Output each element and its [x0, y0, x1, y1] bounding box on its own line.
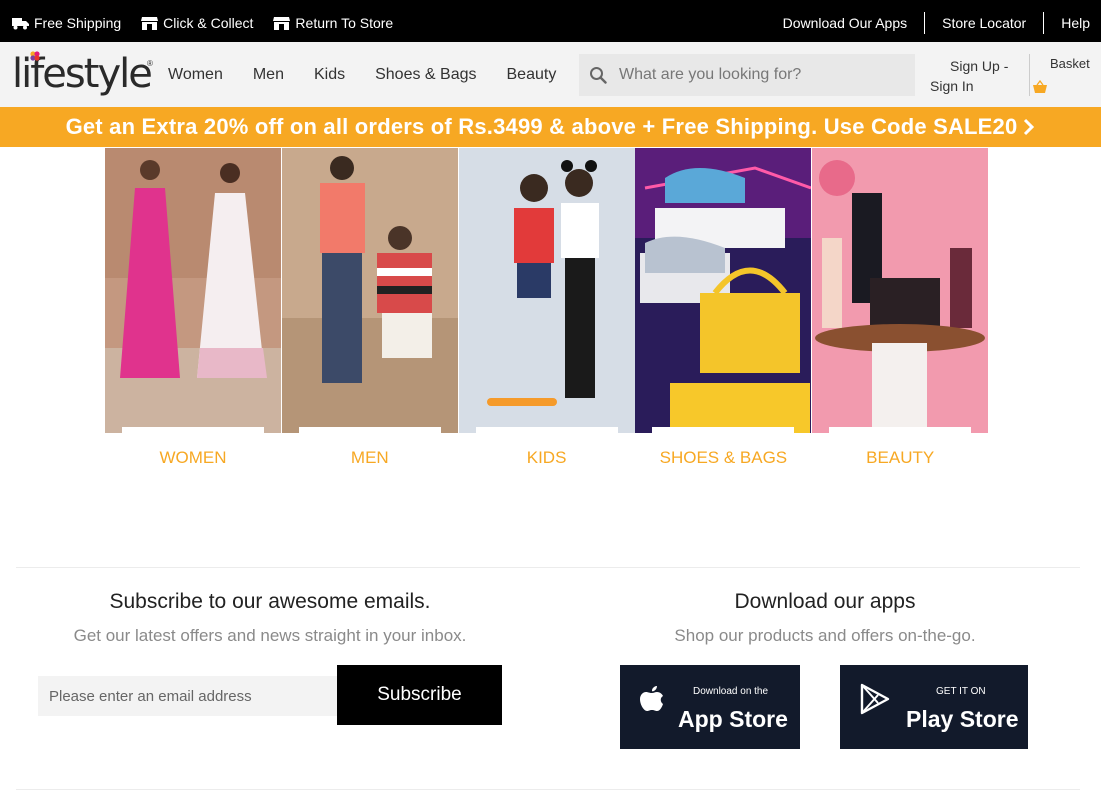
search-input[interactable]	[619, 66, 899, 84]
app-store-small-text: Download on the	[693, 686, 769, 697]
truck-icon	[12, 18, 29, 30]
category-tile-beauty[interactable]: BEAUTY	[812, 148, 989, 498]
return-to-store-link[interactable]: Return To Store	[273, 15, 393, 31]
play-store-icon	[860, 683, 890, 715]
category-label-women[interactable]: WOMEN	[105, 444, 281, 471]
shoes-bags-category-image	[635, 148, 812, 433]
return-to-store-label: Return To Store	[295, 15, 394, 31]
logo-flower-icon	[30, 51, 40, 61]
chevron-right-icon	[1024, 118, 1035, 136]
download-apps-link[interactable]: Download Our Apps	[766, 12, 925, 34]
promo-text: Get an Extra 20% off on all orders of Rs…	[65, 114, 1018, 139]
top-bar-links: Download Our Apps Store Locator Help	[766, 4, 1101, 42]
category-label-tab	[652, 427, 795, 435]
apple-icon	[640, 686, 663, 711]
category-tile-kids[interactable]: KIDS	[458, 148, 636, 498]
account-links: Sign Up - Sign In	[930, 56, 1008, 96]
logo-registered-mark: ®	[147, 59, 153, 68]
category-tiles: WOMEN MEN KIDS SHOES & BAGS BEAUTY	[105, 148, 989, 498]
basket-icon[interactable]	[1033, 80, 1047, 93]
nav-men[interactable]: Men	[253, 66, 284, 84]
category-label-kids[interactable]: KIDS	[459, 444, 635, 471]
help-link[interactable]: Help	[1043, 12, 1101, 34]
category-label-beauty[interactable]: BEAUTY	[812, 444, 988, 471]
store-locator-link[interactable]: Store Locator	[924, 12, 1043, 34]
app-store-button[interactable]: Download on the App Store	[620, 665, 800, 749]
footer-divider	[16, 789, 1080, 790]
category-tile-shoes-bags[interactable]: SHOES & BAGS	[635, 148, 812, 498]
return-store-icon	[273, 17, 291, 30]
basket-link[interactable]: Basket	[1050, 56, 1090, 71]
category-label-tab	[829, 427, 972, 435]
free-shipping-link[interactable]: Free Shipping	[12, 15, 121, 31]
nav-shoes-bags[interactable]: Shoes & Bags	[375, 66, 476, 84]
email-input[interactable]	[38, 676, 338, 716]
beauty-category-image	[812, 148, 989, 433]
apps-title: Download our apps	[734, 590, 916, 613]
main-header: lifestyle ® Women Men Kids Shoes & Bags …	[0, 42, 1101, 107]
women-category-image	[105, 148, 281, 433]
basket-divider	[1029, 54, 1030, 96]
category-label-tab	[122, 427, 264, 435]
category-label-tab	[475, 427, 618, 435]
free-shipping-label: Free Shipping	[34, 15, 122, 31]
play-store-button[interactable]: GET IT ON Play Store	[840, 665, 1028, 749]
search-bar	[579, 54, 915, 96]
click-collect-link[interactable]: Click & Collect	[141, 15, 253, 31]
category-tile-men[interactable]: MEN	[281, 148, 459, 498]
category-label-shoes-bags[interactable]: SHOES & BAGS	[635, 444, 811, 471]
play-store-big-text: Play Store	[906, 706, 1019, 732]
nav-women[interactable]: Women	[168, 66, 223, 84]
kids-category-image	[458, 148, 635, 433]
sign-in-link[interactable]: Sign In	[930, 78, 974, 94]
main-nav: Women Men Kids Shoes & Bags Beauty	[168, 42, 556, 107]
nav-beauty[interactable]: Beauty	[507, 66, 557, 84]
search-icon[interactable]	[589, 66, 607, 84]
top-bar: Free Shipping Click & Collect Return To …	[0, 0, 1101, 42]
men-category-image	[281, 148, 458, 433]
section-divider	[16, 567, 1080, 568]
category-label-tab	[298, 427, 441, 435]
play-store-small-text: GET IT ON	[936, 686, 986, 697]
subscribe-button[interactable]: Subscribe	[337, 665, 502, 725]
top-bar-services: Free Shipping Click & Collect Return To …	[12, 4, 393, 42]
promo-banner[interactable]: Get an Extra 20% off on all orders of Rs…	[0, 107, 1101, 147]
lifestyle-logo[interactable]: lifestyle ®	[12, 49, 154, 101]
category-label-men[interactable]: MEN	[282, 444, 458, 471]
click-collect-label: Click & Collect	[163, 15, 254, 31]
apps-description: Shop our products and offers on-the-go.	[674, 626, 976, 645]
sign-up-link[interactable]: Sign Up -	[930, 56, 1008, 76]
app-store-big-text: App Store	[678, 706, 788, 732]
subscribe-title: Subscribe to our awesome emails.	[109, 590, 431, 613]
nav-kids[interactable]: Kids	[314, 66, 345, 84]
store-icon	[141, 17, 159, 30]
category-tile-women[interactable]: WOMEN	[105, 148, 282, 498]
subscribe-description: Get our latest offers and news straight …	[73, 626, 467, 645]
